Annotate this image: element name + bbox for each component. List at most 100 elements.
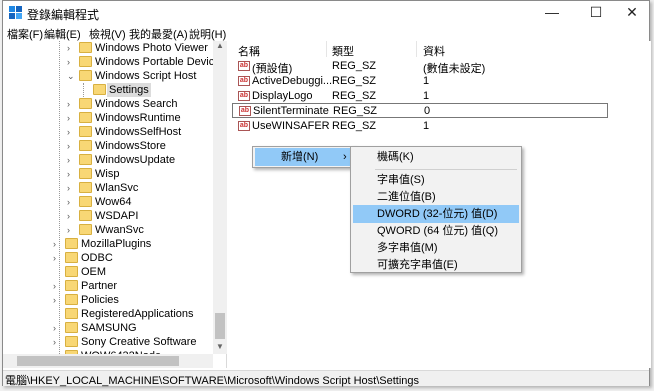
tree-item-label: Windows Portable Devices xyxy=(95,56,226,68)
column-divider[interactable] xyxy=(326,41,327,57)
menu-item-label: 可擴充字串值(E) xyxy=(377,259,458,271)
folder-icon xyxy=(93,84,106,95)
submenu-arrow-icon: › xyxy=(343,151,347,163)
menu-item-label: 多字串值(M) xyxy=(377,242,438,254)
tree-item-label: WlanSvc xyxy=(95,182,139,194)
tree-item-label: Policies xyxy=(81,294,119,306)
column-header-type[interactable]: 類型 xyxy=(332,43,354,59)
folder-icon xyxy=(79,168,92,179)
column-header-name[interactable]: 名稱 xyxy=(238,43,260,59)
value-row[interactable]: ab (預設值) REG_SZ (數值未設定) xyxy=(232,59,608,75)
tree-item-label: WindowsUpdate xyxy=(95,154,176,166)
tree-vertical-scrollbar[interactable]: ▲ ▼ xyxy=(213,41,227,354)
expand-arrow-icon[interactable]: › xyxy=(53,251,63,265)
value-row[interactable]: ab ActiveDebuggi... REG_SZ 1 xyxy=(232,74,608,89)
value-type: REG_SZ xyxy=(332,90,377,102)
menu-item-dword-value[interactable]: DWORD (32-位元) 值(D) xyxy=(353,205,519,223)
scrollbar-thumb[interactable] xyxy=(17,356,179,366)
menu-view[interactable]: 檢視(V) xyxy=(89,26,126,42)
tree-item-label: OEM xyxy=(81,266,107,278)
folder-icon xyxy=(65,280,78,291)
tree-item-label: WwanSvc xyxy=(95,224,144,236)
folder-icon xyxy=(65,238,78,249)
tree-item-label: SAMSUNG xyxy=(81,322,137,334)
minimize-button[interactable]: — xyxy=(535,1,569,25)
menu-item-label: DWORD (32-位元) 值(D) xyxy=(377,208,498,220)
menu-item-label: 字串值(S) xyxy=(377,174,425,186)
menu-separator xyxy=(375,169,517,170)
expand-arrow-icon[interactable]: › xyxy=(53,321,63,335)
menu-item-string-value[interactable]: 字串值(S) xyxy=(353,171,519,189)
folder-icon xyxy=(79,42,92,53)
menu-item-multi-string-value[interactable]: 多字串值(M) xyxy=(353,239,519,257)
context-menu: 新增(N) › xyxy=(252,146,356,168)
value-row[interactable]: ab UseWINSAFER REG_SZ 1 xyxy=(232,119,608,134)
expand-arrow-icon[interactable]: › xyxy=(67,153,77,167)
key-tree[interactable]: › Windows Photo Viewer › Windows Portable … xyxy=(3,41,227,368)
expand-arrow-icon[interactable]: › xyxy=(67,125,77,139)
expand-arrow-icon[interactable]: › xyxy=(53,293,63,307)
menu-item-label: 二進位值(B) xyxy=(377,191,436,203)
column-header-data[interactable]: 資料 xyxy=(423,43,445,59)
menu-item-binary-value[interactable]: 二進位值(B) xyxy=(353,188,519,206)
maximize-button[interactable]: ☐ xyxy=(579,1,613,25)
window-title: 登錄編輯程式 xyxy=(27,8,100,22)
expand-arrow-icon[interactable]: › xyxy=(53,279,63,293)
folder-icon xyxy=(79,182,92,193)
value-name: SilentTerminate xyxy=(253,105,329,117)
value-data: 1 xyxy=(423,120,430,132)
expand-arrow-icon[interactable]: › xyxy=(67,41,77,55)
string-value-icon: ab xyxy=(239,106,251,116)
value-row-focused[interactable]: ab SilentTerminate REG_SZ 0 xyxy=(232,103,608,118)
expand-arrow-icon[interactable]: › xyxy=(53,335,63,349)
status-bar: 電腦\HKEY_LOCAL_MACHINE\SOFTWARE\Microsoft… xyxy=(3,370,649,387)
menu-help[interactable]: 說明(H) xyxy=(189,26,226,42)
close-button[interactable]: ✕ xyxy=(615,1,649,25)
menu-item-qword-value[interactable]: QWORD (64 位元) 值(Q) xyxy=(353,222,519,240)
string-value-icon: ab xyxy=(238,61,250,71)
menu-item-new[interactable]: 新增(N) › xyxy=(255,148,353,166)
scroll-down-icon[interactable]: ▼ xyxy=(213,342,227,354)
tree-item-label: Sony Creative Software xyxy=(81,336,197,348)
tree-item-label: Windows Photo Viewer xyxy=(95,42,208,54)
expand-arrow-icon[interactable]: › xyxy=(67,223,77,237)
title-bar: 登錄編輯程式 — ☐ ✕ xyxy=(3,1,649,25)
expand-arrow-icon[interactable]: › xyxy=(67,209,77,223)
expand-arrow-icon[interactable]: › xyxy=(67,195,77,209)
folder-icon xyxy=(65,322,78,333)
folder-icon xyxy=(79,126,92,137)
expand-arrow-icon[interactable]: › xyxy=(67,55,77,69)
expand-arrow-icon[interactable]: › xyxy=(67,97,77,111)
expand-arrow-icon[interactable]: › xyxy=(67,111,77,125)
tree-item-label: Wisp xyxy=(95,168,120,180)
column-divider[interactable] xyxy=(416,41,417,57)
folder-icon xyxy=(65,336,78,347)
expand-arrow-icon[interactable]: › xyxy=(67,167,77,181)
menu-item-key[interactable]: 機碼(K) xyxy=(353,148,519,166)
value-row[interactable]: ab DisplayLogo REG_SZ 1 xyxy=(232,89,608,104)
menu-favorites[interactable]: 我的最愛(A) xyxy=(129,26,188,42)
tree-item-label: MozillaPlugins xyxy=(81,238,152,250)
tree-item-label: Windows Search xyxy=(95,98,178,110)
value-name: ActiveDebuggi... xyxy=(252,75,333,87)
menu-item-expandable-string-value[interactable]: 可擴充字串值(E) xyxy=(353,256,519,274)
menu-file[interactable]: 檔案(F) xyxy=(7,26,43,42)
registry-editor-icon xyxy=(9,6,22,19)
menu-edit[interactable]: 編輯(E) xyxy=(44,26,81,42)
tree-item-label: WindowsRuntime xyxy=(95,112,181,124)
expand-arrow-icon[interactable]: › xyxy=(67,181,77,195)
expand-arrow-icon[interactable]: › xyxy=(67,139,77,153)
tree-guide-line xyxy=(59,41,60,354)
folder-icon xyxy=(79,154,92,165)
tree-item-label: WindowsStore xyxy=(95,140,166,152)
expand-arrow-icon[interactable]: › xyxy=(53,237,63,251)
close-icon: ✕ xyxy=(626,4,638,20)
folder-icon xyxy=(79,98,92,109)
scroll-up-icon[interactable]: ▲ xyxy=(213,41,227,53)
value-data: 1 xyxy=(423,75,430,87)
tree-horizontal-scrollbar[interactable] xyxy=(3,354,213,368)
scrollbar-thumb[interactable] xyxy=(215,313,225,339)
value-name: DisplayLogo xyxy=(252,90,313,102)
menu-item-label: QWORD (64 位元) 值(Q) xyxy=(377,225,498,237)
collapse-arrow-icon[interactable]: ⌄ xyxy=(67,69,77,83)
